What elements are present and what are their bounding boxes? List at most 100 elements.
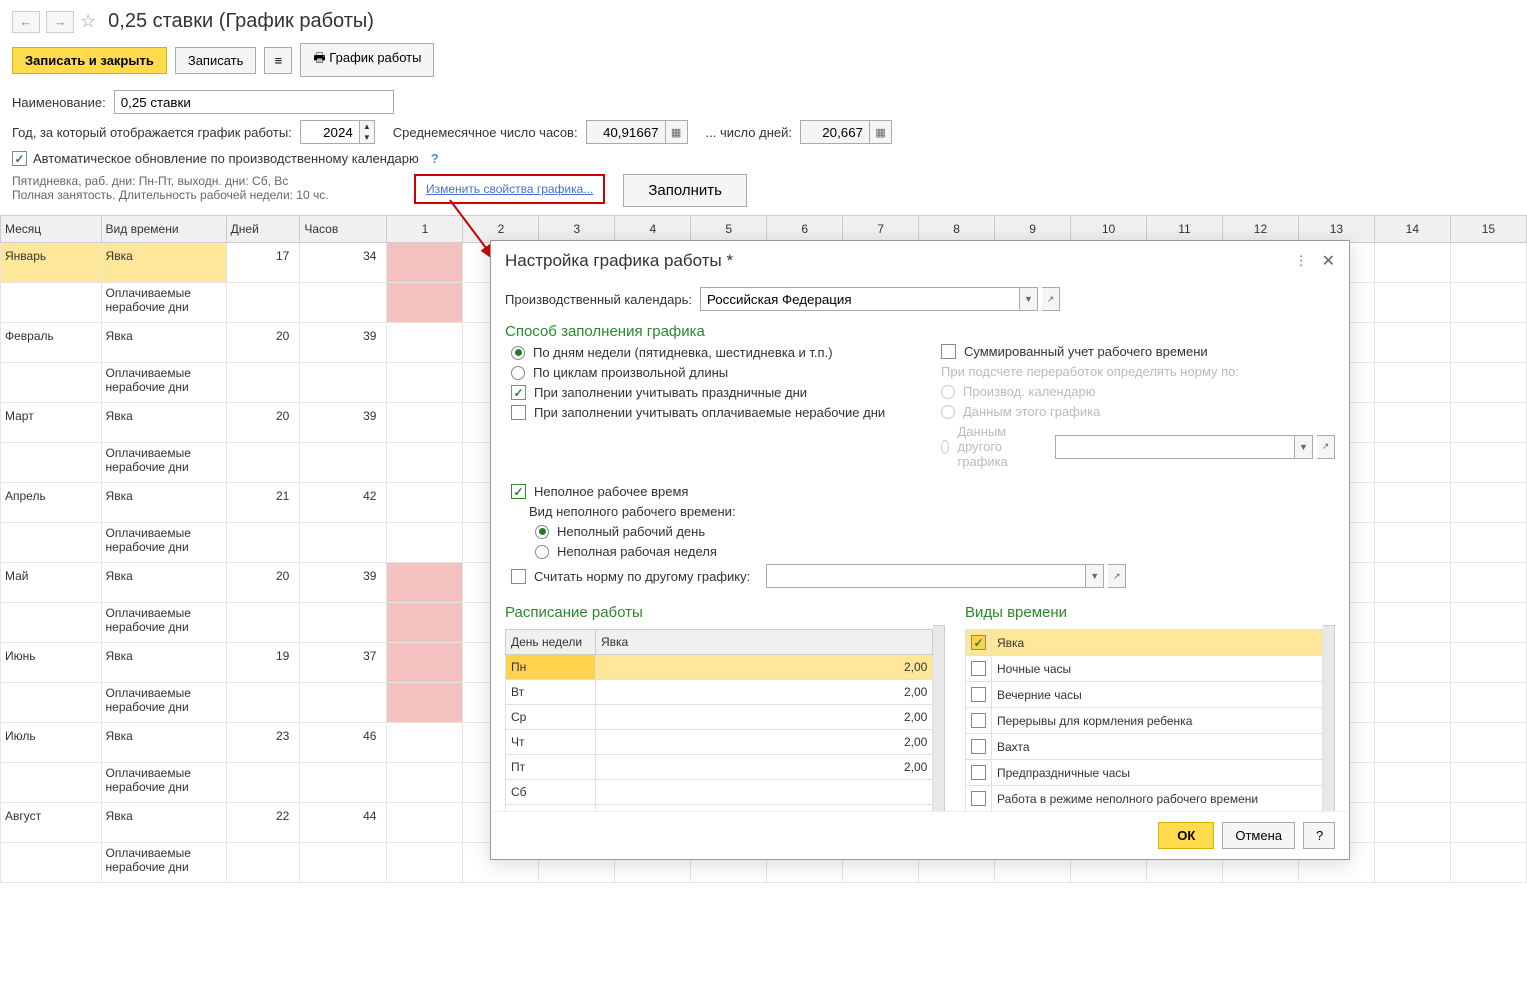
- type-checkbox[interactable]: [971, 739, 986, 754]
- time-type-row[interactable]: Ночные часы: [966, 656, 1323, 682]
- weekday-row[interactable]: Вт2,00: [506, 680, 933, 705]
- type-checkbox[interactable]: [971, 791, 986, 806]
- th-d10[interactable]: 10: [1071, 216, 1147, 243]
- th-d5[interactable]: 5: [691, 216, 767, 243]
- dialog-close-icon[interactable]: ✕: [1322, 251, 1335, 271]
- th-d11[interactable]: 11: [1147, 216, 1223, 243]
- help-button[interactable]: ?: [1303, 822, 1335, 849]
- favorite-star-icon[interactable]: ☆: [80, 11, 96, 32]
- page-title: 0,25 ставки (График работы): [108, 10, 374, 33]
- save-close-button[interactable]: Записать и закрыть: [12, 47, 167, 74]
- time-type-row[interactable]: Предпраздничные часы: [966, 760, 1323, 786]
- time-type-row[interactable]: Вахта: [966, 734, 1323, 760]
- dialog-more-icon[interactable]: ⋮: [1295, 253, 1308, 269]
- name-label: Наименование:: [12, 95, 106, 110]
- description-area: Пятидневка, раб. дни: Пн-Пт, выходн. дни…: [0, 170, 1527, 215]
- dialog-header: Настройка графика работы * ⋮ ✕: [491, 241, 1349, 275]
- fill-button[interactable]: Заполнить: [623, 174, 747, 207]
- th-d1[interactable]: 1: [387, 216, 463, 243]
- th-d12[interactable]: 12: [1222, 216, 1298, 243]
- year-spinner[interactable]: ▲▼: [360, 120, 375, 144]
- overwork-opt2: Данным этого графика: [963, 404, 1100, 419]
- auto-update-row: Автоматическое обновление по производств…: [0, 147, 1527, 170]
- weekday-row[interactable]: Сб: [506, 780, 933, 805]
- radio-by-cycle[interactable]: [511, 366, 525, 380]
- name-input[interactable]: [114, 90, 394, 114]
- th-hours[interactable]: Часов: [300, 216, 387, 243]
- th-attendance: Явка: [596, 630, 933, 655]
- save-button[interactable]: Записать: [175, 47, 257, 74]
- change-props-link[interactable]: Изменить свойства графика...: [426, 182, 593, 196]
- radio-part-week[interactable]: [535, 545, 549, 559]
- th-d4[interactable]: 4: [615, 216, 691, 243]
- radio-by-week[interactable]: [511, 346, 525, 360]
- types-scrollbar[interactable]: [1323, 625, 1335, 811]
- other-norm-label: Считать норму по другому графику:: [534, 569, 750, 584]
- weekday-row[interactable]: Пн2,00: [506, 655, 933, 680]
- type-checkbox[interactable]: [971, 635, 986, 650]
- cb-holidays[interactable]: [511, 385, 526, 400]
- help-icon[interactable]: ?: [431, 151, 439, 166]
- th-d8[interactable]: 8: [919, 216, 995, 243]
- list-button[interactable]: ≡: [264, 47, 292, 74]
- calendar-dropdown-icon[interactable]: ▼: [1020, 287, 1038, 311]
- cancel-button[interactable]: Отмена: [1222, 822, 1295, 849]
- schedule-scrollbar[interactable]: [933, 625, 945, 811]
- weekday-row[interactable]: Пт2,00: [506, 755, 933, 780]
- cb-summarized[interactable]: [941, 344, 956, 359]
- dialog-title: Настройка графика работы *: [505, 251, 1295, 271]
- calc-icon[interactable]: ▦: [870, 120, 892, 144]
- print-schedule-button[interactable]: 🖶 График работы: [300, 43, 434, 77]
- calendar-select[interactable]: [700, 287, 1020, 311]
- cb-part-time[interactable]: [511, 484, 526, 499]
- th-d13[interactable]: 13: [1298, 216, 1374, 243]
- overwork-other-select: [1055, 435, 1295, 459]
- th-type[interactable]: Вид времени: [101, 216, 226, 243]
- overwork-opt1: Производ. календарю: [963, 384, 1096, 399]
- calendar-open-icon[interactable]: ↗: [1042, 287, 1060, 311]
- auto-update-checkbox[interactable]: [12, 151, 27, 166]
- time-type-row[interactable]: Работа в режиме неполного рабочего време…: [966, 786, 1323, 812]
- overwork-label: При подсчете переработок определять норм…: [935, 364, 1335, 379]
- opt-paid-nonwork: При заполнении учитывать оплачиваемые не…: [534, 405, 885, 420]
- type-checkbox[interactable]: [971, 713, 986, 728]
- type-checkbox[interactable]: [971, 765, 986, 780]
- weekday-table[interactable]: День недели Явка Пн2,00Вт2,00Ср2,00Чт2,0…: [505, 629, 933, 811]
- time-type-row[interactable]: Вечерние часы: [966, 682, 1323, 708]
- th-d2[interactable]: 2: [463, 216, 539, 243]
- th-days[interactable]: Дней: [226, 216, 300, 243]
- cb-other-norm[interactable]: [511, 569, 526, 584]
- radio-overwork-this: [941, 405, 955, 419]
- th-d14[interactable]: 14: [1374, 216, 1450, 243]
- year-row: Год, за который отображается график рабо…: [0, 117, 1527, 147]
- cb-paid-nonwork[interactable]: [511, 405, 526, 420]
- time-type-row[interactable]: Перерывы для кормления ребенка: [966, 708, 1323, 734]
- desc-line1: Пятидневка, раб. дни: Пн-Пт, выходн. дни…: [12, 174, 412, 188]
- weekday-row[interactable]: Чт2,00: [506, 730, 933, 755]
- avg-hours-label: Среднемесячное число часов:: [393, 125, 578, 140]
- year-input[interactable]: [300, 120, 360, 144]
- th-d9[interactable]: 9: [995, 216, 1071, 243]
- type-checkbox[interactable]: [971, 687, 986, 702]
- time-type-row[interactable]: Явка: [966, 630, 1323, 656]
- th-d15[interactable]: 15: [1450, 216, 1526, 243]
- opt-by-cycle: По циклам произвольной длины: [533, 365, 728, 380]
- part-time-label: Неполное рабочее время: [534, 484, 688, 499]
- th-month[interactable]: Месяц: [1, 216, 102, 243]
- nav-back-button[interactable]: ←: [12, 11, 40, 33]
- th-d3[interactable]: 3: [539, 216, 615, 243]
- th-d7[interactable]: 7: [843, 216, 919, 243]
- part-week-label: Неполная рабочая неделя: [557, 544, 717, 559]
- opt-holidays: При заполнении учитывать праздничные дни: [534, 385, 807, 400]
- radio-part-day[interactable]: [535, 525, 549, 539]
- radio-overwork-cal: [941, 385, 955, 399]
- nav-forward-button[interactable]: →: [46, 11, 74, 33]
- type-checkbox[interactable]: [971, 661, 986, 676]
- summ-label: Суммированный учет рабочего времени: [964, 344, 1208, 359]
- weekday-row[interactable]: Ср2,00: [506, 705, 933, 730]
- time-types-table[interactable]: ЯвкаНочные часыВечерние часыПерерывы для…: [965, 629, 1323, 811]
- calc-icon[interactable]: ▦: [666, 120, 688, 144]
- part-time-kind-label: Вид неполного рабочего времени:: [529, 504, 1335, 519]
- th-d6[interactable]: 6: [767, 216, 843, 243]
- ok-button[interactable]: ОК: [1158, 822, 1214, 849]
